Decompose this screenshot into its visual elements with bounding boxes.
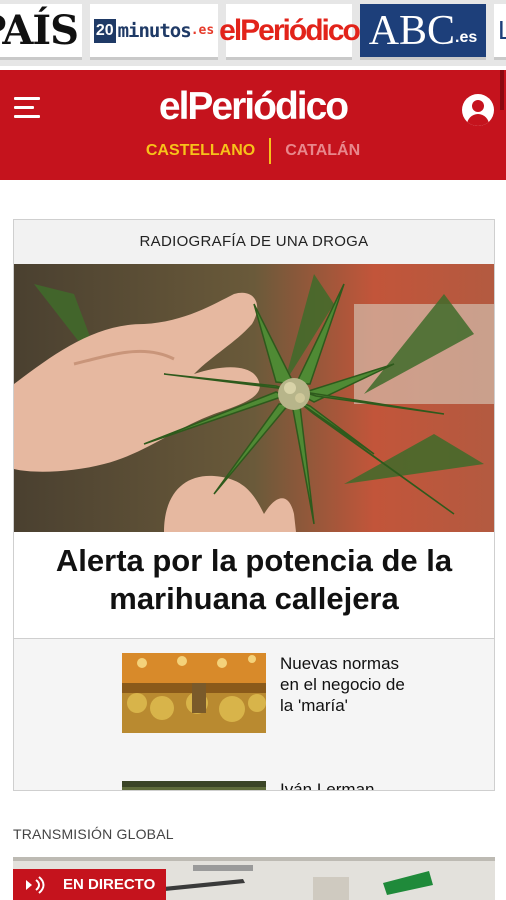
related-articles: Nuevas normas en el negocio de la 'maría… [14, 639, 494, 790]
language-switcher: CASTELLANO CATALÁN [0, 138, 506, 164]
article-section-label: RADIOGRAFÍA DE UNA DROGA [14, 220, 494, 264]
article-headline[interactable]: Alerta por la potencia de la marihuana c… [14, 542, 494, 618]
source-tab-label: ABC [368, 7, 456, 54]
live-badge-label: EN DIRECTO [63, 876, 156, 893]
related-article-thumbnail[interactable] [122, 781, 266, 790]
language-catalan[interactable]: CATALÁN [285, 142, 360, 159]
cannabis-photo-illustration [14, 264, 494, 532]
source-tab-elperiodico[interactable]: elPeriódico [219, 4, 361, 60]
source-tab-label: elPeriódico [219, 13, 361, 47]
language-castellano[interactable]: CASTELLANO [146, 142, 255, 159]
source-tab-20minutos[interactable]: 20 minutos .es [90, 4, 218, 60]
section-label-transmision: TRANSMISIÓN GLOBAL [13, 826, 174, 842]
source-tab-suffix: .es [190, 23, 215, 38]
related-article-thumbnail[interactable] [122, 653, 266, 733]
related-article-title[interactable]: Iván Lerman [280, 779, 440, 790]
article-card[interactable]: RADIOGRAFÍA DE UNA DROGA Alerta por la p… [13, 219, 495, 791]
live-badge[interactable]: EN DIRECTO [13, 869, 166, 900]
language-separator [269, 138, 272, 164]
source-tab-label: PAÍS [0, 7, 79, 54]
site-logo[interactable]: elPeriódico [0, 84, 506, 130]
grow-room-photo [122, 653, 266, 733]
news-source-strip: PAÍS 20 minutos .es elPeriódico ABC .es … [0, 0, 506, 66]
source-tab-abc[interactable]: ABC .es [360, 4, 486, 60]
site-header: elPeriódico CASTELLANO CATALÁN [0, 70, 506, 180]
source-tab-logo-box: 20 [93, 18, 116, 43]
scrollbar-thumb[interactable] [500, 70, 504, 110]
source-tab-partial[interactable]: L [494, 4, 506, 60]
source-tab-label: L [498, 15, 506, 45]
related-photo [122, 781, 266, 790]
source-tab-elpais[interactable]: PAÍS [0, 4, 82, 60]
source-tab-label: minutos [117, 19, 192, 42]
live-broadcast-icon [26, 875, 45, 894]
source-tab-suffix: .es [455, 28, 478, 46]
article-photo[interactable] [14, 264, 494, 532]
related-article-title[interactable]: Nuevas normas en el negocio de la 'maría… [280, 653, 420, 716]
user-icon[interactable] [462, 94, 494, 126]
